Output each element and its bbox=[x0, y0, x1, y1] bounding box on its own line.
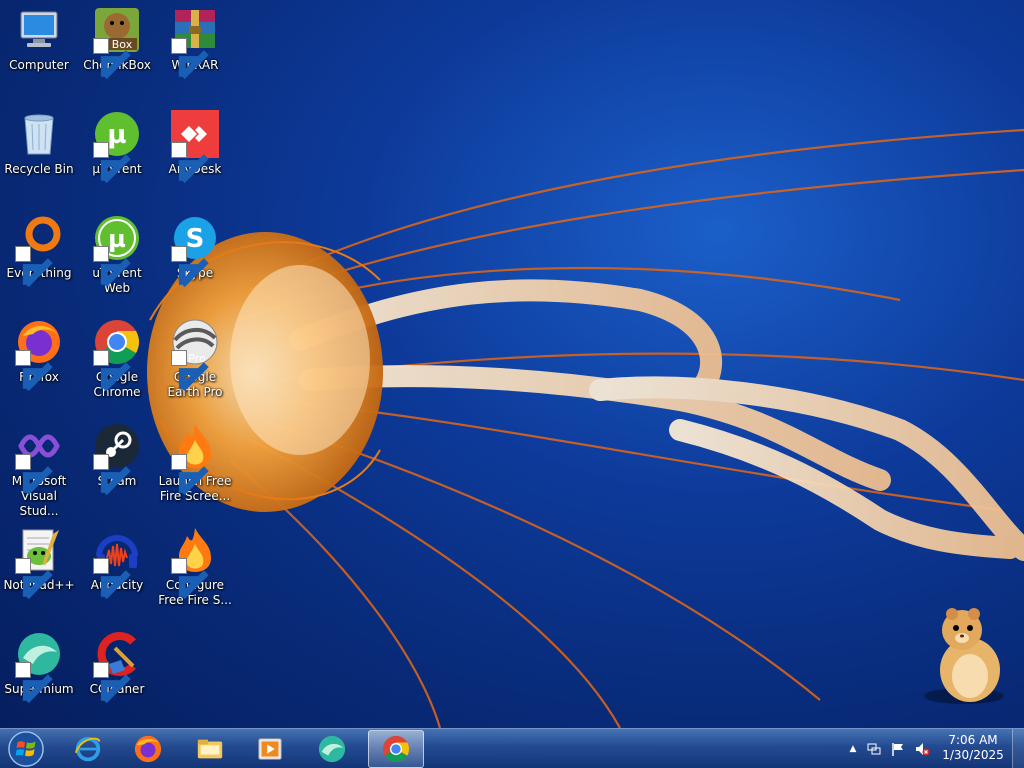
system-clock[interactable]: 7:06 AM 1/30/2025 bbox=[936, 733, 1010, 763]
desktop-icon-configure-free-fire[interactable]: Configure Free Fire S... bbox=[156, 520, 234, 616]
taskbar-firefox[interactable] bbox=[120, 730, 176, 768]
desktop-icon-utorrent-web[interactable]: µ uTorrent Web bbox=[78, 208, 156, 304]
desktop-icon-utorrent[interactable]: µ µTorrent bbox=[78, 104, 156, 200]
firefox-icon bbox=[134, 735, 162, 763]
desktop-icon-firefox[interactable]: Firefox bbox=[0, 312, 78, 408]
desktop-icon-notepadpp[interactable]: Notepad++ bbox=[0, 520, 78, 616]
shortcut-arrow-icon bbox=[171, 350, 209, 392]
clock-time: 7:06 AM bbox=[948, 733, 998, 747]
volume-muted-icon[interactable] bbox=[914, 741, 930, 757]
taskbar: ▲ 7:06 AM 1/30/2025 bbox=[0, 728, 1024, 768]
taskbar-file-explorer[interactable] bbox=[182, 730, 238, 768]
skype-icon: S bbox=[171, 214, 219, 288]
firefox-icon bbox=[15, 318, 63, 392]
shortcut-arrow-icon bbox=[15, 558, 53, 600]
clock-date: 1/30/2025 bbox=[942, 748, 1004, 762]
desktop-icon-computer[interactable]: Computer bbox=[0, 0, 78, 96]
steam-icon bbox=[93, 422, 141, 496]
chomikbox-icon: Box bbox=[93, 6, 141, 80]
network-icon[interactable] bbox=[866, 741, 882, 757]
utorrent-web-icon: µ bbox=[93, 214, 141, 288]
shortcut-arrow-icon bbox=[93, 38, 131, 80]
shortcut-arrow-icon bbox=[15, 662, 53, 704]
desktop-icon-ccleaner[interactable]: CCleaner bbox=[78, 624, 156, 720]
taskbar-supermium[interactable] bbox=[304, 730, 360, 768]
taskbar-chrome[interactable] bbox=[368, 730, 424, 768]
desktop-icon-audacity[interactable]: Audacity bbox=[78, 520, 156, 616]
desktop-icon-recycle-bin[interactable]: Recycle Bin bbox=[0, 104, 78, 200]
free-fire-icon bbox=[171, 422, 219, 496]
show-hidden-icons-button[interactable]: ▲ bbox=[845, 741, 861, 757]
desktop-icon-supermium[interactable]: Supermium bbox=[0, 624, 78, 720]
supermium-icon bbox=[318, 735, 346, 763]
desktop-icon-steam[interactable]: Steam bbox=[78, 416, 156, 512]
desktop-icon-winrar[interactable]: WinRAR bbox=[156, 0, 234, 96]
media-player-icon bbox=[258, 738, 282, 760]
notepadpp-icon bbox=[15, 526, 63, 600]
ccleaner-icon bbox=[93, 630, 141, 704]
desktop-icon-label: Recycle Bin bbox=[4, 162, 74, 176]
shortcut-arrow-icon bbox=[15, 246, 53, 288]
google-earth-icon: Pro bbox=[171, 318, 219, 392]
shortcut-arrow-icon bbox=[93, 558, 131, 600]
desktop-icon-label: Computer bbox=[9, 58, 69, 72]
visual-studio-icon bbox=[15, 422, 63, 496]
start-button[interactable] bbox=[6, 730, 46, 768]
taskbar-media-player[interactable] bbox=[242, 730, 298, 768]
desktop-icon-skype[interactable]: S Skype bbox=[156, 208, 234, 304]
free-fire-config-icon bbox=[171, 526, 219, 600]
chrome-icon bbox=[382, 735, 410, 763]
shortcut-arrow-icon bbox=[93, 662, 131, 704]
shortcut-arrow-icon bbox=[93, 350, 131, 392]
audacity-icon bbox=[93, 526, 141, 600]
action-center-flag-icon[interactable] bbox=[890, 741, 906, 757]
supermium-icon bbox=[15, 630, 63, 704]
desktop-icon-anydesk[interactable]: AnyDesk bbox=[156, 104, 234, 200]
shortcut-arrow-icon bbox=[15, 350, 53, 392]
hamster-gadget[interactable] bbox=[918, 604, 1014, 708]
shortcut-arrow-icon bbox=[171, 142, 209, 184]
desktop-icon-chomikbox[interactable]: Box ChomikBox bbox=[78, 0, 156, 96]
windows-logo-icon bbox=[8, 731, 44, 767]
shortcut-arrow-icon bbox=[171, 454, 209, 496]
folder-icon bbox=[197, 739, 223, 759]
shortcut-arrow-icon bbox=[171, 246, 209, 288]
shortcut-arrow-icon bbox=[15, 454, 53, 496]
utorrent-icon: µ bbox=[93, 110, 141, 184]
shortcut-arrow-icon bbox=[93, 142, 131, 184]
desktop-icon-google-earth-pro[interactable]: Pro Google Earth Pro bbox=[156, 312, 234, 408]
desktop-icon-visual-studio[interactable]: Microsoft Visual Stud... bbox=[0, 416, 78, 518]
winrar-icon bbox=[171, 6, 219, 80]
recycle-bin-icon bbox=[15, 110, 63, 158]
ie-icon bbox=[74, 736, 101, 762]
desktop-icon-launch-free-fire[interactable]: Launch Free Fire Scree... bbox=[156, 416, 234, 512]
shortcut-arrow-icon bbox=[93, 246, 131, 288]
chrome-icon bbox=[93, 318, 141, 392]
computer-icon bbox=[15, 6, 63, 54]
desktop-icon-google-chrome[interactable]: Google Chrome bbox=[78, 312, 156, 408]
taskbar-internet-explorer[interactable] bbox=[60, 730, 116, 768]
shortcut-arrow-icon bbox=[171, 558, 209, 600]
shortcut-arrow-icon bbox=[93, 454, 131, 496]
anydesk-icon bbox=[171, 110, 219, 184]
shortcut-arrow-icon bbox=[171, 38, 209, 80]
desktop-icon-everything[interactable]: Everything bbox=[0, 208, 78, 304]
show-desktop-button[interactable] bbox=[1012, 729, 1024, 768]
everything-icon bbox=[15, 214, 63, 288]
